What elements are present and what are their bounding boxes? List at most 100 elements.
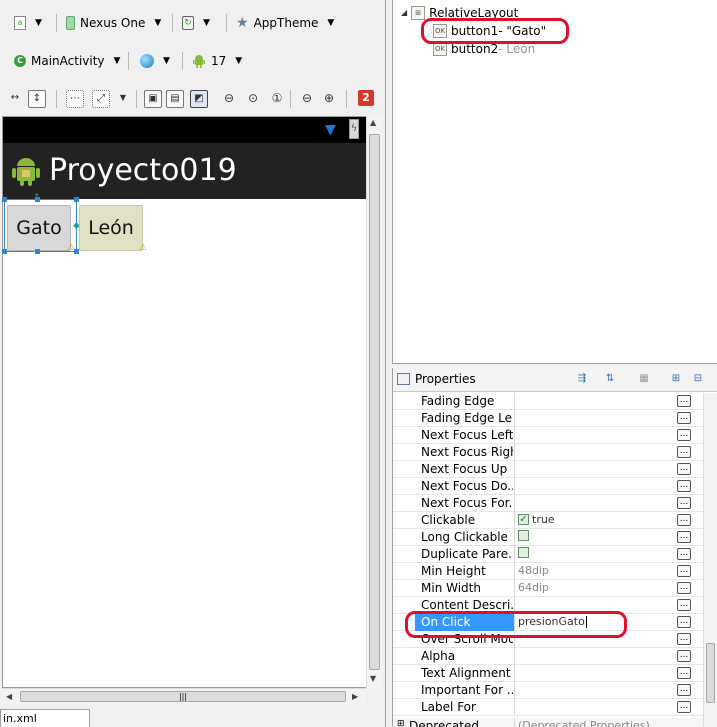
property-name: Label For [421, 700, 476, 714]
ellipsis-button[interactable]: ... [677, 633, 691, 645]
property-value[interactable]: ✓ true [518, 513, 555, 526]
collapse-icon[interactable]: ◢ [401, 8, 407, 17]
scroll-up-icon[interactable]: ▲ [370, 118, 376, 127]
property-row[interactable]: Next Focus Up... [393, 461, 703, 478]
canvas-vertical-scrollbar[interactable]: ▲ ▼ [366, 116, 382, 688]
zoom-100-icon[interactable]: ① [268, 90, 286, 108]
property-value[interactable] [518, 530, 532, 541]
chevron-down-icon[interactable]: ▼ [114, 90, 132, 108]
expand-all-icon[interactable]: ⊞ [669, 372, 683, 386]
tree-item-button1[interactable]: OK button1 - "Gato" [433, 22, 546, 39]
ellipsis-button[interactable]: ... [677, 616, 691, 628]
ellipsis-button[interactable]: ... [677, 514, 691, 526]
zoom-fit-icon[interactable]: ⊙ [244, 90, 262, 108]
canvas-horizontal-scrollbar[interactable]: ◀ ||| ▶ [2, 688, 366, 704]
property-value[interactable]: presionGato [518, 615, 587, 628]
tree-item-button2[interactable]: OK button2 - León [433, 40, 535, 57]
ellipsis-button[interactable]: ... [677, 429, 691, 441]
property-row[interactable]: On Click presionGato... [393, 614, 703, 631]
property-row[interactable]: Next Focus Do...... [393, 478, 703, 495]
scroll-down-icon[interactable]: ▼ [370, 674, 376, 683]
property-row[interactable]: Next Focus Right... [393, 444, 703, 461]
ellipsis-button[interactable]: ... [677, 565, 691, 577]
scroll-thumb[interactable]: ||| [20, 691, 346, 702]
checkbox[interactable] [518, 530, 529, 541]
property-name: Next Focus Do... [421, 479, 513, 493]
ellipsis-button[interactable]: ... [677, 412, 691, 424]
property-value[interactable] [518, 547, 532, 558]
orientation-combo[interactable]: ↻ ▼ [178, 12, 214, 34]
zoom-minus-icon[interactable]: ⊖ [298, 90, 316, 108]
property-row[interactable]: Min Width 64dip... [393, 580, 703, 597]
ellipsis-button[interactable]: ... [677, 650, 691, 662]
zoom-plus-icon[interactable]: ⊕ [320, 90, 338, 108]
fit-screen-icon[interactable]: ⤢ [92, 90, 110, 108]
ellipsis-button[interactable]: ... [677, 684, 691, 696]
checkbox[interactable] [518, 547, 529, 558]
theme-combo[interactable]: ★ AppTheme ▼ [232, 12, 338, 34]
property-row[interactable]: Next Focus For...... [393, 495, 703, 512]
expand-vertical-icon[interactable]: ↕ [28, 90, 46, 108]
property-row[interactable]: Duplicate Pare...... [393, 546, 703, 563]
filter-icon[interactable]: ▦ [637, 372, 651, 386]
property-row[interactable]: Over Scroll Mode... [393, 631, 703, 648]
ellipsis-button[interactable]: ... [677, 463, 691, 475]
ellipsis-button[interactable]: ... [677, 497, 691, 509]
sort-alpha-icon[interactable]: ⇅ [603, 372, 617, 386]
property-category-row[interactable]: ⊞ Deprecated (Deprecated Properties) [393, 718, 703, 727]
collapse-all-icon[interactable]: ⊟ [691, 372, 705, 386]
leon-button[interactable]: León [79, 205, 143, 251]
error-count-badge[interactable]: 2 [358, 90, 374, 106]
text-caret [585, 615, 587, 628]
property-name: Fading Edge Le... [421, 411, 513, 425]
ellipsis-button[interactable]: ... [677, 548, 691, 560]
property-row[interactable]: Text Alignment... [393, 665, 703, 682]
scroll-thumb[interactable] [706, 643, 715, 703]
property-row[interactable]: Long Clickable... [393, 529, 703, 546]
layout-wrap-icon[interactable]: ▣ [144, 90, 162, 108]
ellipsis-button[interactable]: ... [677, 667, 691, 679]
zoom-out-icon[interactable]: ⊖ [220, 90, 238, 108]
property-name: Fading Edge [421, 394, 495, 408]
activity-combo[interactable]: C MainActivity ▼ [10, 50, 124, 72]
show-margins-icon[interactable]: ⋯ [66, 90, 84, 108]
property-row[interactable]: Label For... [393, 699, 703, 716]
ellipsis-button[interactable]: ... [677, 599, 691, 611]
show-advanced-icon[interactable]: ⇶ [575, 372, 589, 386]
property-row[interactable]: Fading Edge Le...... [393, 410, 703, 427]
property-row[interactable]: Alpha... [393, 648, 703, 665]
tree-item-root[interactable]: ◢ ⊞ RelativeLayout [401, 4, 518, 21]
device-combo[interactable]: Nexus One ▼ [62, 12, 165, 34]
property-row[interactable]: Important For ...... [393, 682, 703, 699]
scroll-left-icon[interactable]: ◀ [6, 692, 12, 701]
property-value[interactable]: 64dip [518, 581, 549, 594]
device-canvas[interactable]: ▼ ϟ Proyecto019 Gato ↑ ◆ ⚠ León ⚠ [2, 116, 368, 688]
ellipsis-button[interactable]: ... [677, 480, 691, 492]
scroll-thumb[interactable] [369, 134, 380, 670]
ellipsis-button[interactable]: ... [677, 395, 691, 407]
property-row[interactable]: Content Descri...... [393, 597, 703, 614]
ellipsis-button[interactable]: ... [677, 446, 691, 458]
gato-button[interactable]: Gato [7, 205, 71, 251]
ellipsis-button[interactable]: ... [677, 531, 691, 543]
scroll-right-icon[interactable]: ▶ [352, 692, 358, 701]
property-row[interactable]: Min Height 48dip... [393, 563, 703, 580]
layout-fill-icon[interactable]: ▤ [166, 90, 184, 108]
file-tab[interactable]: in.xml [0, 709, 90, 727]
api-level-combo[interactable]: 17 ▼ [188, 50, 246, 72]
properties-scrollbar[interactable] [703, 393, 717, 727]
property-name: Duplicate Pare... [421, 547, 513, 561]
expand-horizontal-icon[interactable]: ↔ [6, 90, 24, 108]
property-value-text: 48dip [518, 564, 550, 577]
property-value[interactable]: 48dip [518, 564, 549, 577]
checkbox[interactable]: ✓ [518, 514, 529, 525]
clip-icon[interactable]: ◩ [190, 90, 208, 108]
property-row[interactable]: Clickable ✓ true... [393, 512, 703, 529]
expand-icon[interactable]: ⊞ [397, 719, 405, 727]
config-combo[interactable]: a ▼ [10, 12, 46, 34]
property-row[interactable]: Fading Edge... [393, 393, 703, 410]
ellipsis-button[interactable]: ... [677, 701, 691, 713]
property-row[interactable]: Next Focus Left... [393, 427, 703, 444]
ellipsis-button[interactable]: ... [677, 582, 691, 594]
locale-combo[interactable]: ▼ [136, 50, 174, 72]
